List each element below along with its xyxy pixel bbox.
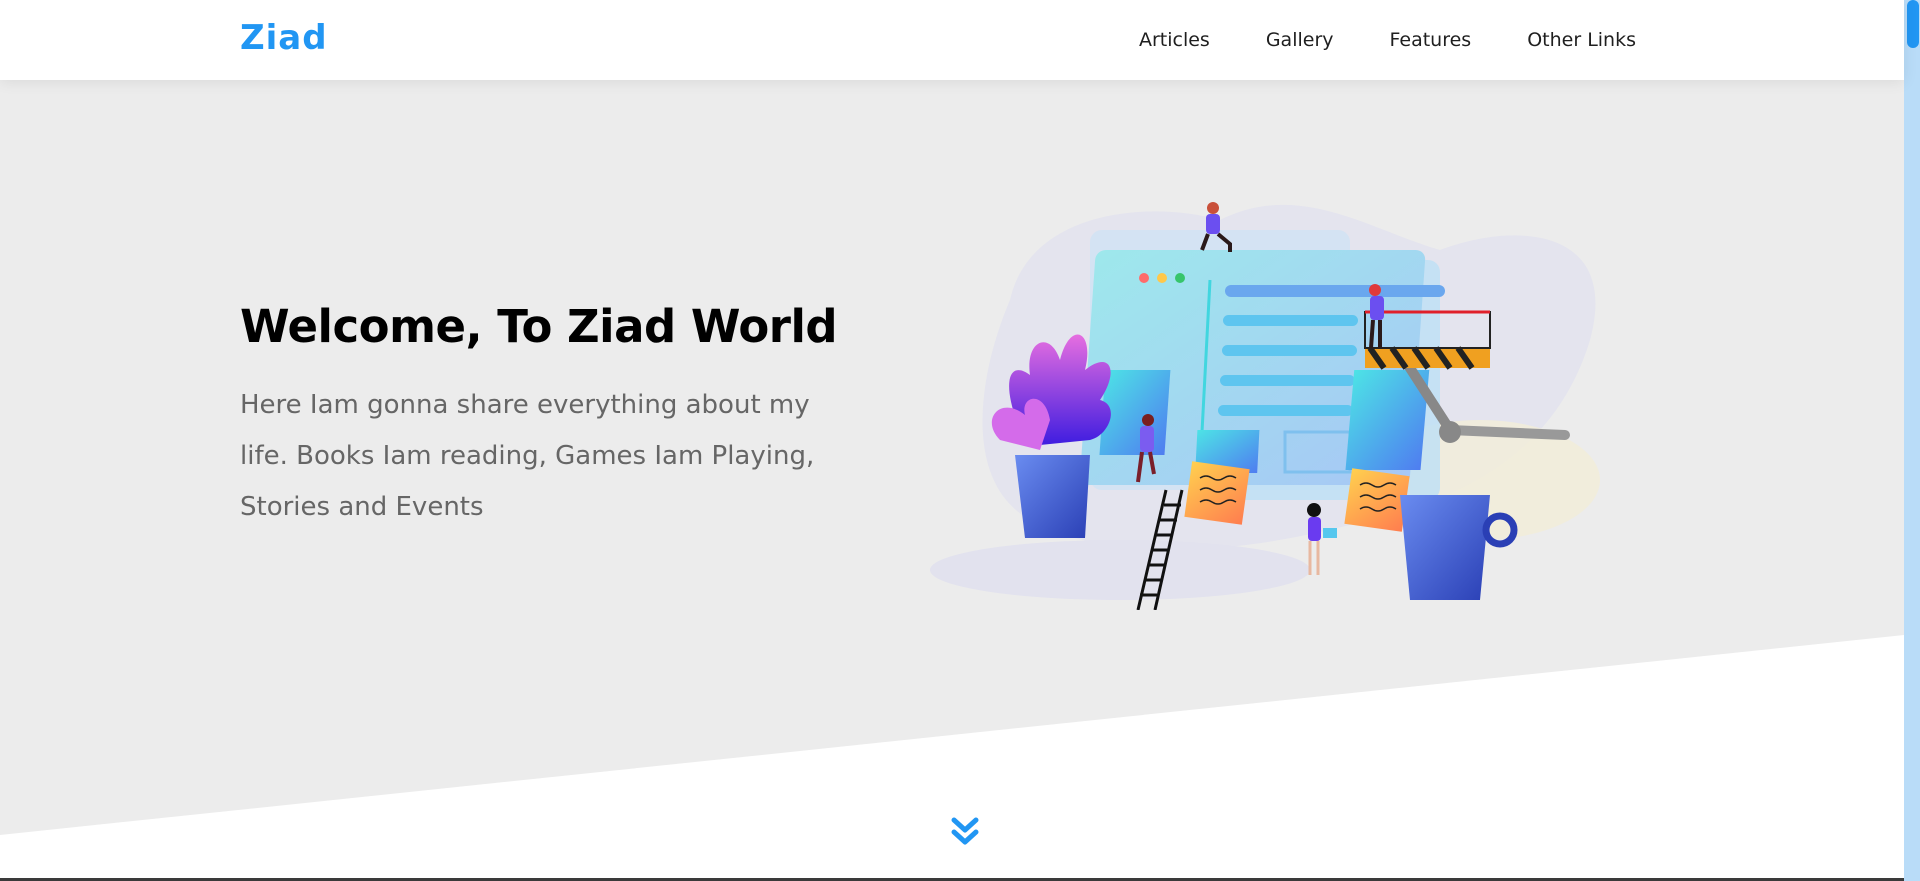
team-building-website-illustration: [930, 202, 1600, 610]
hero-title: Welcome, To Ziad World: [240, 300, 838, 353]
page-scrollbar[interactable]: [1904, 0, 1920, 881]
nav-link-articles[interactable]: Articles: [1111, 0, 1238, 80]
sticky-note-right: [1344, 468, 1410, 532]
site-header: Ziad Articles Gallery Features Other Lin…: [0, 0, 1904, 80]
nav-link-gallery[interactable]: Gallery: [1238, 0, 1362, 80]
sticky-note-left: [1184, 461, 1250, 525]
chevron-double-down-icon[interactable]: [948, 815, 982, 849]
main-nav: Articles Gallery Features Other Links: [1111, 0, 1636, 80]
scrollbar-thumb[interactable]: [1907, 0, 1919, 48]
site-logo[interactable]: Ziad: [240, 18, 328, 58]
nav-link-other-links[interactable]: Other Links: [1499, 0, 1636, 80]
hero-description: Here Iam gonna share everything about my…: [240, 390, 815, 522]
nav-link-features[interactable]: Features: [1362, 0, 1500, 80]
